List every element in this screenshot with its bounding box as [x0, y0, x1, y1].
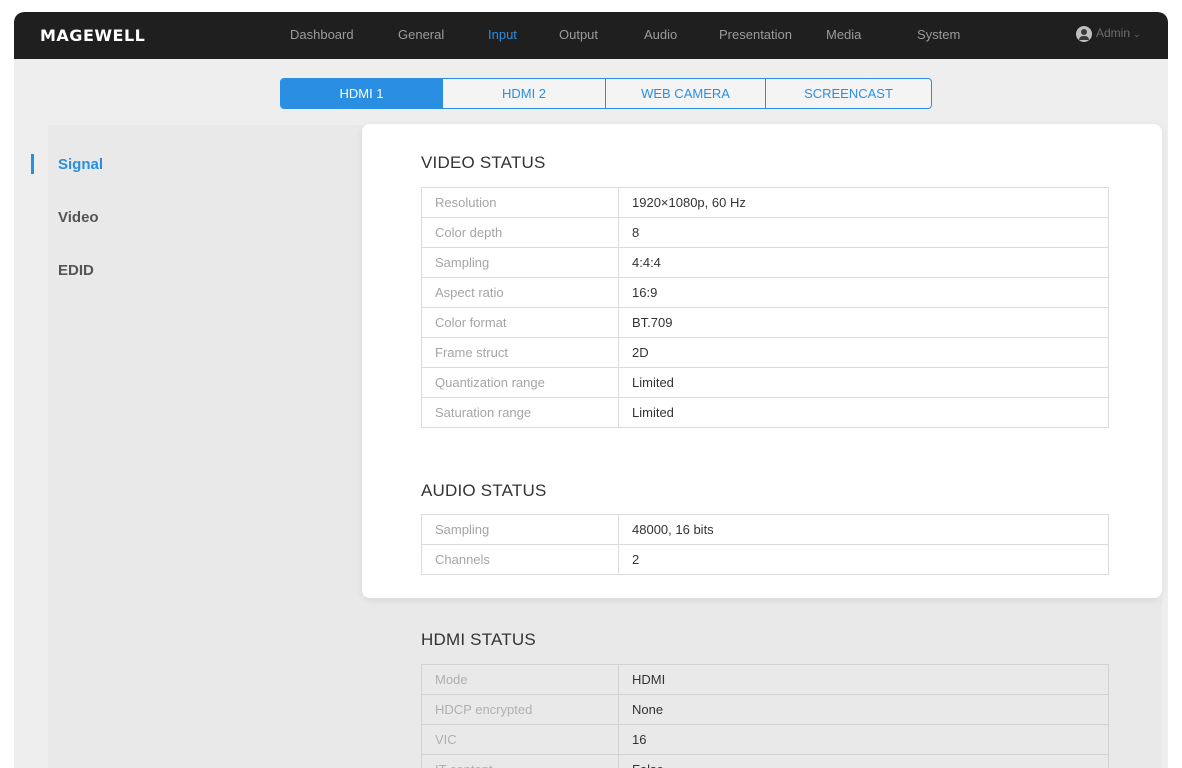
sidebar-item-signal[interactable]: Signal: [58, 156, 103, 173]
magewell-logo: MAGEWELL: [40, 26, 146, 45]
row-key: Quantization range: [421, 367, 619, 398]
row-value: 2: [618, 544, 1109, 575]
table-row: IT contentFalse: [421, 754, 1109, 768]
sidebar-active-indicator: [31, 154, 34, 174]
tab-hdmi-1[interactable]: HDMI 1: [281, 79, 443, 108]
row-key: Saturation range: [421, 397, 619, 428]
audio-status-table: Sampling 48000, 16 bits Channels 2: [421, 514, 1109, 575]
nav-general[interactable]: General: [398, 27, 444, 42]
table-row: Channels 2: [421, 544, 1109, 575]
row-key: Color depth: [421, 217, 619, 248]
row-value: 1920×1080p, 60 Hz: [618, 187, 1109, 218]
row-key: Frame struct: [421, 337, 619, 368]
row-key: Color format: [421, 307, 619, 338]
row-value: 4:4:4: [618, 247, 1109, 278]
row-key: IT content: [421, 754, 619, 768]
table-row: Sampling 48000, 16 bits: [421, 514, 1109, 545]
row-key: Resolution: [421, 187, 619, 218]
table-row: Sampling 4:4:4: [421, 247, 1109, 278]
user-icon: [1076, 26, 1092, 42]
row-value: 2D: [618, 337, 1109, 368]
table-row: Quantization range Limited: [421, 367, 1109, 398]
table-row: Aspect ratio 16:9: [421, 277, 1109, 308]
input-tabs: HDMI 1 HDMI 2 WEB CAMERA SCREENCAST: [280, 78, 932, 109]
table-row: Resolution 1920×1080p, 60 Hz: [421, 187, 1109, 218]
table-row: Color depth 8: [421, 217, 1109, 248]
row-key: Sampling: [421, 514, 619, 545]
tab-hdmi-2[interactable]: HDMI 2: [443, 79, 606, 108]
nav-audio[interactable]: Audio: [644, 27, 677, 42]
tab-screencast[interactable]: SCREENCAST: [766, 79, 931, 108]
sidebar-item-edid[interactable]: EDID: [58, 262, 94, 279]
row-key: Aspect ratio: [421, 277, 619, 308]
row-value: HDMI: [618, 664, 1109, 695]
hdmi-status-table: ModeHDMI HDCP encryptedNone VIC16 IT con…: [421, 664, 1109, 768]
row-value: 16:9: [618, 277, 1109, 308]
nav-media[interactable]: Media: [826, 27, 861, 42]
row-key: Sampling: [421, 247, 619, 278]
nav-input[interactable]: Input: [488, 27, 517, 42]
nav-output[interactable]: Output: [559, 27, 598, 42]
app-window: MAGEWELL Dashboard General Input Output …: [14, 12, 1168, 768]
row-value: 8: [618, 217, 1109, 248]
table-row: VIC 16: [421, 724, 1109, 755]
tab-web-camera[interactable]: WEB CAMERA: [606, 79, 766, 108]
table-row: HDCP encrypted None: [421, 694, 1109, 725]
row-value: 48000, 16 bits: [618, 514, 1109, 545]
audio-status-title: AUDIO STATUS: [421, 481, 547, 500]
row-key: VIC: [421, 724, 619, 755]
user-menu[interactable]: Admin ⌄: [1076, 26, 1141, 42]
top-navigation-bar: MAGEWELL Dashboard General Input Output …: [14, 12, 1168, 59]
row-value: False: [618, 754, 1109, 768]
table-row: Color format BT.709: [421, 307, 1109, 338]
hdmi-status-title: HDMI STATUS: [421, 630, 536, 649]
nav-system[interactable]: System: [917, 27, 960, 42]
sidebar-item-video[interactable]: Video: [58, 209, 99, 226]
signal-status-panel: VIDEO STATUS Resolution 1920×1080p, 60 Hz…: [362, 124, 1162, 598]
row-value: None: [618, 694, 1109, 725]
row-value: Limited: [618, 397, 1109, 428]
chevron-down-icon: ⌄: [1133, 29, 1141, 40]
video-status-title: VIDEO STATUS: [421, 153, 546, 172]
table-row: Frame struct 2D: [421, 337, 1109, 368]
table-row: Mode HDMI: [421, 664, 1109, 695]
user-name: Admin: [1096, 26, 1131, 41]
nav-dashboard[interactable]: Dashboard: [290, 27, 354, 42]
hdmi-status-section: HDMI STATUS Mode HDMI HDCP encrypted None …: [362, 598, 1162, 768]
nav-presentation[interactable]: Presentation: [719, 27, 792, 42]
row-value: 16: [618, 724, 1109, 755]
row-value: BT.709: [618, 307, 1109, 338]
row-value: Limited: [618, 367, 1109, 398]
row-key: Channels: [421, 544, 619, 575]
video-status-table: Resolution 1920×1080p, 60 Hz Color depth 8…: [421, 187, 1109, 428]
table-row: Saturation range Limited: [421, 397, 1109, 428]
row-key: Mode: [421, 664, 619, 695]
row-key: HDCP encrypted: [421, 694, 619, 725]
